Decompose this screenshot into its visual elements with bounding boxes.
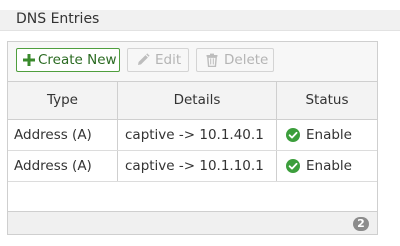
create-new-label: Create New [38, 52, 117, 68]
table-row[interactable]: Address (A) captive -> 10.1.10.1 Enable [8, 151, 377, 182]
delete-label: Delete [224, 52, 269, 68]
column-header-status[interactable]: Status [277, 82, 377, 119]
table-footer: 2 [8, 211, 377, 234]
table-row[interactable]: Address (A) captive -> 10.1.40.1 Enable [8, 120, 377, 151]
entry-count-badge: 2 [353, 217, 369, 231]
column-header-type[interactable]: Type [8, 82, 117, 119]
check-circle-icon [286, 128, 300, 142]
create-new-button[interactable]: Create New [16, 48, 120, 72]
column-header-details[interactable]: Details [118, 82, 276, 119]
section-header: DNS Entries [0, 10, 400, 31]
plus-icon [23, 54, 35, 66]
dns-entries-panel: Create New Edit Delete Type Details Stat… [7, 41, 378, 235]
row-status: Enable [306, 158, 352, 174]
row-details: captive -> 10.1.40.1 [125, 127, 264, 143]
delete-button[interactable]: Delete [196, 48, 274, 72]
edit-button[interactable]: Edit [127, 48, 189, 72]
check-circle-icon [286, 159, 300, 173]
trash-icon [206, 53, 218, 67]
row-details: captive -> 10.1.10.1 [125, 158, 264, 174]
row-type: Address (A) [14, 127, 92, 143]
dns-entries-table: Type Details Status Address (A) captive … [8, 81, 377, 211]
table-header-row: Type Details Status [8, 82, 377, 120]
row-status: Enable [306, 127, 352, 143]
pencil-icon [138, 53, 150, 65]
row-type: Address (A) [14, 158, 92, 174]
section-title: DNS Entries [16, 11, 100, 27]
edit-label: Edit [155, 52, 182, 68]
